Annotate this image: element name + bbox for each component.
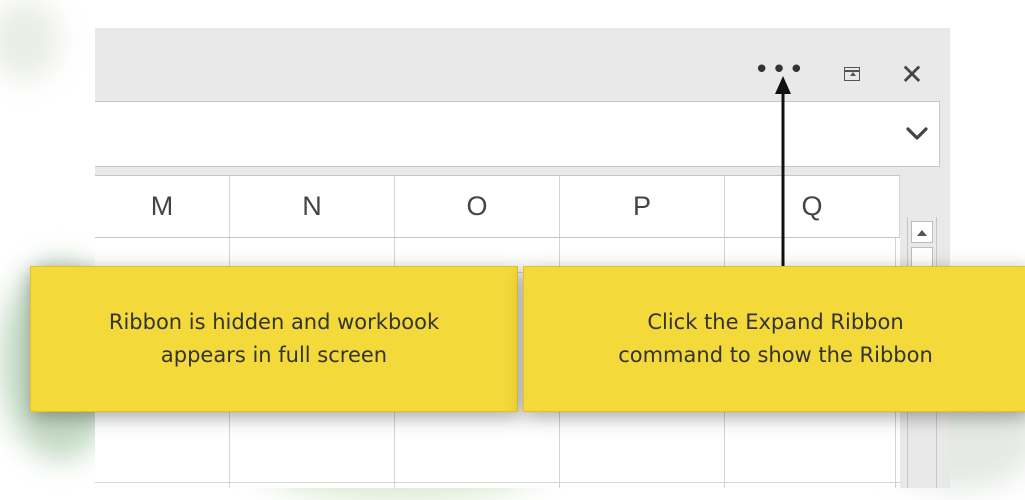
formula-bar[interactable] [95, 101, 940, 167]
column-header-m[interactable]: M [95, 176, 230, 237]
scroll-up-button[interactable] [911, 221, 933, 243]
ellipsis-icon: ••• [754, 55, 807, 85]
callout-text: appears in full screen [160, 343, 388, 367]
gridline [95, 482, 900, 483]
excel-window: ••• ✕ M N O P Q [95, 28, 950, 488]
callout-text: Click the Expand Ribbon [647, 310, 904, 335]
background-leaf-blob [0, 0, 60, 80]
formula-bar-expand-button[interactable] [903, 120, 931, 148]
expand-ribbon-button[interactable] [835, 58, 869, 90]
column-header-p[interactable]: P [560, 176, 725, 237]
restore-ribbon-icon [844, 67, 860, 81]
more-options-button[interactable]: ••• [754, 54, 807, 86]
column-header-q[interactable]: Q [725, 176, 900, 237]
close-icon: ✕ [900, 57, 924, 91]
callout-text: Ribbon is hidden and workbook [108, 310, 440, 335]
column-header-row: M N O P Q [95, 175, 900, 237]
title-bar: ••• ✕ [95, 28, 950, 100]
column-header-o[interactable]: O [395, 176, 560, 237]
callout-ribbon-hidden: Ribbon is hidden and workbook appears in… [30, 266, 518, 412]
triangle-up-icon [917, 229, 927, 236]
callout-text: command to show the Ribbon [618, 343, 933, 367]
chevron-down-icon [906, 127, 928, 140]
close-button[interactable]: ✕ [895, 57, 929, 91]
column-header-n[interactable]: N [230, 176, 395, 237]
callout-expand-ribbon: Click the Expand Ribbon command to show … [523, 266, 1025, 412]
